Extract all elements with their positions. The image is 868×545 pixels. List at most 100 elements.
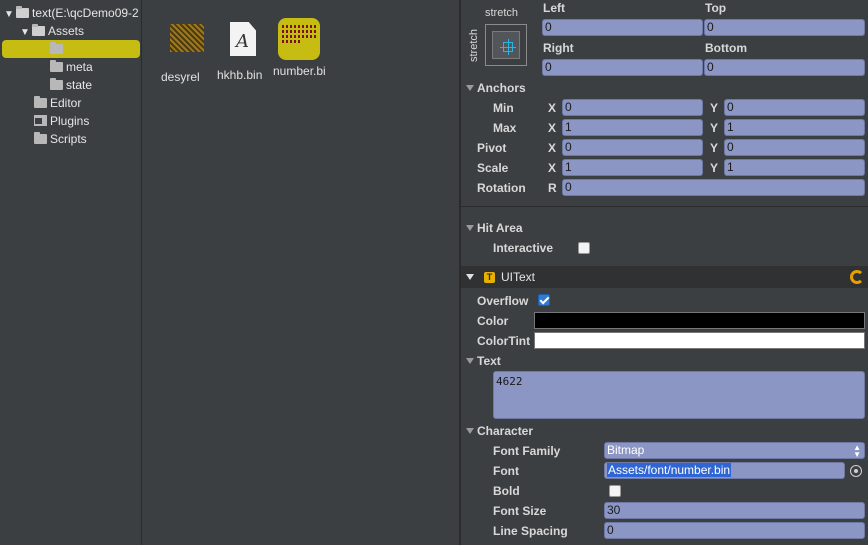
left-input[interactable]: 0 xyxy=(542,19,703,36)
character-section-label: Character xyxy=(477,424,534,438)
tree-item-editor[interactable]: Editor xyxy=(34,94,81,112)
uitext-component-header[interactable]: T UIText xyxy=(461,266,868,288)
collapse-triangle-icon[interactable] xyxy=(466,274,474,280)
tree-item-font[interactable]: font xyxy=(50,40,86,58)
font-family-label: Font Family xyxy=(493,444,561,458)
folder-icon xyxy=(34,96,47,108)
anchors-section-label: Anchors xyxy=(477,81,526,95)
folder-icon xyxy=(50,78,63,90)
anchors-max-x-input[interactable]: 1 xyxy=(562,119,703,136)
plugin-folder-icon xyxy=(34,115,47,126)
font-family-select[interactable]: Bitmap ▲ ▼ xyxy=(604,442,865,459)
color-label: Color xyxy=(477,314,509,328)
anchors-max-label: Max xyxy=(493,121,517,135)
right-input[interactable]: 0 xyxy=(542,59,703,76)
tree-item-meta[interactable]: meta xyxy=(50,58,93,76)
line-spacing-input[interactable]: 0 xyxy=(604,522,865,539)
chevron-down-icon[interactable]: ▼ xyxy=(2,6,16,24)
color-picker[interactable] xyxy=(534,312,865,329)
asset-label: hkhb.bin xyxy=(217,68,263,82)
tree-item-label: meta xyxy=(66,60,93,74)
font-input[interactable]: Assets/font/number.bin xyxy=(604,462,845,479)
tree-item-label: font xyxy=(66,42,87,56)
font-size-input[interactable]: 30 xyxy=(604,502,865,519)
x-label: X xyxy=(548,141,557,155)
asset-item[interactable]: A hkhb.bin xyxy=(213,18,273,82)
text-content-area[interactable]: 4622 xyxy=(493,371,865,419)
asset-item[interactable]: desyrel xyxy=(157,18,217,84)
anchors-min-y-input[interactable]: 0 xyxy=(724,99,865,116)
bottom-input[interactable]: 0 xyxy=(704,59,865,76)
r-label: R xyxy=(548,181,557,195)
x-label: X xyxy=(548,101,557,115)
bitmap-image-icon xyxy=(166,24,208,66)
scale-label: Scale xyxy=(477,161,509,175)
y-label: Y xyxy=(710,121,719,135)
asset-item-selected[interactable]: number.bin xyxy=(269,18,329,78)
left-label: Left xyxy=(543,1,565,15)
y-label: Y xyxy=(710,101,719,115)
bottom-label: Bottom xyxy=(705,41,747,55)
collapse-triangle-icon[interactable] xyxy=(466,85,474,91)
tree-root[interactable]: ▼ text(E:\qcDemo09-2 xyxy=(2,4,139,22)
component-title: UIText xyxy=(501,270,536,284)
pivot-y-input[interactable]: 0 xyxy=(724,139,865,156)
top-input[interactable]: 0 xyxy=(704,19,865,36)
anchor-cross-icon xyxy=(500,39,516,55)
scale-x-input[interactable]: 1 xyxy=(562,159,703,176)
right-label: Right xyxy=(543,41,574,55)
tree-root-label: text(E:\qcDemo09-2 xyxy=(32,6,139,20)
anchors-min-label: Min xyxy=(493,101,514,115)
interactive-label: Interactive xyxy=(493,241,554,255)
colortint-label: ColorTint xyxy=(477,334,531,348)
font-label: Font xyxy=(493,464,519,478)
rotation-label: Rotation xyxy=(477,181,526,195)
bitmap-font-icon xyxy=(278,18,320,60)
folder-icon xyxy=(50,60,63,72)
folder-icon xyxy=(16,6,29,18)
colortint-picker[interactable] xyxy=(534,332,865,349)
tree-item-label: state xyxy=(66,78,93,92)
tree-item-scripts[interactable]: Scripts xyxy=(34,130,87,148)
collapse-triangle-icon[interactable] xyxy=(466,225,474,231)
pivot-label: Pivot xyxy=(477,141,507,155)
select-arrows-icon: ▲ ▼ xyxy=(853,443,861,459)
tree-item-plugins[interactable]: Plugins xyxy=(34,112,89,130)
collapse-triangle-icon[interactable] xyxy=(466,358,474,364)
interactive-checkbox[interactable] xyxy=(578,242,590,254)
font-size-label: Font Size xyxy=(493,504,547,518)
tree-item-state[interactable]: state xyxy=(50,76,92,94)
bold-label: Bold xyxy=(493,484,520,498)
tree-item-assets[interactable]: ▼ Assets xyxy=(18,22,84,40)
refresh-icon[interactable] xyxy=(850,270,864,284)
font-picker-target-icon[interactable] xyxy=(850,465,862,477)
font-file-icon: A xyxy=(222,22,264,64)
overflow-label: Overflow xyxy=(477,294,529,308)
chevron-down-icon[interactable]: ▼ xyxy=(18,24,32,42)
folder-icon xyxy=(32,24,45,36)
hit-area-section-label: Hit Area xyxy=(477,221,523,235)
bold-checkbox[interactable] xyxy=(609,485,621,497)
asset-label: desyrel xyxy=(161,70,200,84)
top-label: Top xyxy=(705,1,727,15)
anchor-preset-button[interactable] xyxy=(485,24,527,66)
overflow-checkbox[interactable] xyxy=(538,294,550,306)
anchors-max-y-input[interactable]: 1 xyxy=(724,119,865,136)
rotation-input[interactable]: 0 xyxy=(562,179,865,196)
tree-item-label: Editor xyxy=(50,96,82,110)
pivot-x-input[interactable]: 0 xyxy=(562,139,703,156)
y-label: Y xyxy=(710,141,719,155)
stretch-vertical-label: stretch xyxy=(468,28,480,62)
divider xyxy=(461,206,868,207)
stretch-horizontal-label: stretch xyxy=(485,7,519,19)
folder-icon xyxy=(50,42,63,54)
anchors-min-x-input[interactable]: 0 xyxy=(562,99,703,116)
asset-label: number.bin xyxy=(273,64,325,78)
y-label: Y xyxy=(710,161,719,175)
x-label: X xyxy=(548,121,557,135)
text-section-label: Text xyxy=(477,354,501,368)
font-family-value: Bitmap xyxy=(607,443,645,457)
collapse-triangle-icon[interactable] xyxy=(466,428,474,434)
font-value: Assets/font/number.bin xyxy=(607,463,732,477)
scale-y-input[interactable]: 1 xyxy=(724,159,865,176)
